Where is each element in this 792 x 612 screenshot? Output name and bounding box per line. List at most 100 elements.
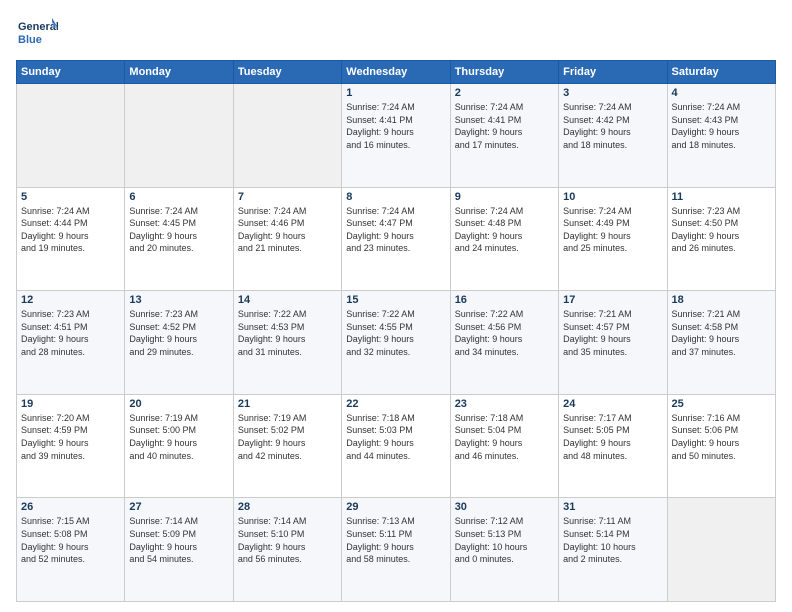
- calendar-week-1: 1 Sunrise: 7:24 AM Sunset: 4:41 PM Daylig…: [17, 84, 776, 188]
- calendar-cell: [125, 84, 233, 188]
- day-info: Sunrise: 7:22 AM Sunset: 4:55 PM Dayligh…: [346, 308, 445, 358]
- calendar-header-row: SundayMondayTuesdayWednesdayThursdayFrid…: [17, 61, 776, 84]
- day-info: Sunrise: 7:21 AM Sunset: 4:57 PM Dayligh…: [563, 308, 662, 358]
- day-number: 17: [563, 294, 662, 306]
- day-info: Sunrise: 7:23 AM Sunset: 4:52 PM Dayligh…: [129, 308, 228, 358]
- calendar-cell: 26Sunrise: 7:15 AM Sunset: 5:08 PM Dayli…: [17, 498, 125, 602]
- day-number: 3: [563, 87, 662, 99]
- calendar-cell: 15Sunrise: 7:22 AM Sunset: 4:55 PM Dayli…: [342, 291, 450, 395]
- calendar-cell: 21 Sunrise: 7:19 AM Sunset: 5:02 PM Dayli…: [233, 394, 341, 498]
- calendar-header-wednesday: Wednesday: [342, 61, 450, 84]
- day-info: Sunrise: 7:24 AM Sunset: 4:41 PM Dayligh…: [346, 101, 445, 151]
- calendar-cell: 24 Sunrise: 7:17 AM Sunset: 5:05 PM Dayli…: [559, 394, 667, 498]
- day-number: 19: [21, 398, 120, 410]
- header: General Blue: [16, 16, 776, 52]
- calendar-cell: 12 Sunrise: 7:23 AM Sunset: 4:51 PM Dayli…: [17, 291, 125, 395]
- calendar-cell: 19Sunrise: 7:20 AM Sunset: 4:59 PM Dayli…: [17, 394, 125, 498]
- calendar-cell: 1 Sunrise: 7:24 AM Sunset: 4:41 PM Daylig…: [342, 84, 450, 188]
- day-info: Sunrise: 7:14 AM Sunset: 5:09 PM Dayligh…: [129, 515, 228, 565]
- calendar-cell: 2 Sunrise: 7:24 AM Sunset: 4:41 PM Daylig…: [450, 84, 558, 188]
- calendar-week-3: 12 Sunrise: 7:23 AM Sunset: 4:51 PM Dayli…: [17, 291, 776, 395]
- calendar-header-friday: Friday: [559, 61, 667, 84]
- day-info: Sunrise: 7:24 AM Sunset: 4:45 PM Dayligh…: [129, 205, 228, 255]
- calendar-cell: [233, 84, 341, 188]
- day-info: Sunrise: 7:19 AM Sunset: 5:00 PM Dayligh…: [129, 412, 228, 462]
- calendar-cell: 16 Sunrise: 7:22 AM Sunset: 4:56 PM Dayli…: [450, 291, 558, 395]
- calendar-cell: [667, 498, 775, 602]
- day-number: 8: [346, 191, 445, 203]
- calendar-table: SundayMondayTuesdayWednesdayThursdayFrid…: [16, 60, 776, 602]
- day-number: 9: [455, 191, 554, 203]
- day-number: 2: [455, 87, 554, 99]
- day-info: Sunrise: 7:24 AM Sunset: 4:49 PM Dayligh…: [563, 205, 662, 255]
- calendar-cell: 20 Sunrise: 7:19 AM Sunset: 5:00 PM Dayli…: [125, 394, 233, 498]
- calendar-header-sunday: Sunday: [17, 61, 125, 84]
- calendar-cell: 27 Sunrise: 7:14 AM Sunset: 5:09 PM Dayli…: [125, 498, 233, 602]
- logo-svg: General Blue: [16, 16, 58, 52]
- day-info: Sunrise: 7:24 AM Sunset: 4:48 PM Dayligh…: [455, 205, 554, 255]
- calendar-cell: 3 Sunrise: 7:24 AM Sunset: 4:42 PM Daylig…: [559, 84, 667, 188]
- calendar-cell: 11Sunrise: 7:23 AM Sunset: 4:50 PM Dayli…: [667, 187, 775, 291]
- day-number: 12: [21, 294, 120, 306]
- day-number: 11: [672, 191, 771, 203]
- calendar-header-tuesday: Tuesday: [233, 61, 341, 84]
- day-number: 24: [563, 398, 662, 410]
- day-number: 16: [455, 294, 554, 306]
- calendar-cell: 31 Sunrise: 7:11 AM Sunset: 5:14 PM Dayli…: [559, 498, 667, 602]
- calendar-cell: 13 Sunrise: 7:23 AM Sunset: 4:52 PM Dayli…: [125, 291, 233, 395]
- day-number: 13: [129, 294, 228, 306]
- day-info: Sunrise: 7:22 AM Sunset: 4:56 PM Dayligh…: [455, 308, 554, 358]
- day-number: 18: [672, 294, 771, 306]
- svg-text:General: General: [18, 21, 58, 33]
- day-info: Sunrise: 7:24 AM Sunset: 4:44 PM Dayligh…: [21, 205, 120, 255]
- day-info: Sunrise: 7:13 AM Sunset: 5:11 PM Dayligh…: [346, 515, 445, 565]
- day-info: Sunrise: 7:23 AM Sunset: 4:51 PM Dayligh…: [21, 308, 120, 358]
- calendar-cell: 28Sunrise: 7:14 AM Sunset: 5:10 PM Dayli…: [233, 498, 341, 602]
- day-info: Sunrise: 7:18 AM Sunset: 5:03 PM Dayligh…: [346, 412, 445, 462]
- day-info: Sunrise: 7:14 AM Sunset: 5:10 PM Dayligh…: [238, 515, 337, 565]
- day-info: Sunrise: 7:17 AM Sunset: 5:05 PM Dayligh…: [563, 412, 662, 462]
- day-number: 1: [346, 87, 445, 99]
- day-number: 10: [563, 191, 662, 203]
- calendar-week-5: 26Sunrise: 7:15 AM Sunset: 5:08 PM Dayli…: [17, 498, 776, 602]
- day-number: 4: [672, 87, 771, 99]
- calendar-cell: 23 Sunrise: 7:18 AM Sunset: 5:04 PM Dayli…: [450, 394, 558, 498]
- calendar-cell: [17, 84, 125, 188]
- day-info: Sunrise: 7:24 AM Sunset: 4:43 PM Dayligh…: [672, 101, 771, 151]
- calendar-cell: 29Sunrise: 7:13 AM Sunset: 5:11 PM Dayli…: [342, 498, 450, 602]
- calendar-header-saturday: Saturday: [667, 61, 775, 84]
- day-number: 31: [563, 501, 662, 513]
- day-number: 23: [455, 398, 554, 410]
- day-number: 20: [129, 398, 228, 410]
- day-number: 5: [21, 191, 120, 203]
- calendar-header-monday: Monday: [125, 61, 233, 84]
- day-info: Sunrise: 7:16 AM Sunset: 5:06 PM Dayligh…: [672, 412, 771, 462]
- day-info: Sunrise: 7:12 AM Sunset: 5:13 PM Dayligh…: [455, 515, 554, 565]
- day-info: Sunrise: 7:24 AM Sunset: 4:46 PM Dayligh…: [238, 205, 337, 255]
- day-number: 21: [238, 398, 337, 410]
- svg-text:Blue: Blue: [18, 34, 42, 46]
- day-number: 14: [238, 294, 337, 306]
- calendar-header-thursday: Thursday: [450, 61, 558, 84]
- calendar-cell: 17 Sunrise: 7:21 AM Sunset: 4:57 PM Dayli…: [559, 291, 667, 395]
- calendar-week-4: 19Sunrise: 7:20 AM Sunset: 4:59 PM Dayli…: [17, 394, 776, 498]
- day-info: Sunrise: 7:19 AM Sunset: 5:02 PM Dayligh…: [238, 412, 337, 462]
- calendar-cell: 14Sunrise: 7:22 AM Sunset: 4:53 PM Dayli…: [233, 291, 341, 395]
- calendar-cell: 9 Sunrise: 7:24 AM Sunset: 4:48 PM Daylig…: [450, 187, 558, 291]
- calendar-week-2: 5 Sunrise: 7:24 AM Sunset: 4:44 PM Daylig…: [17, 187, 776, 291]
- calendar-cell: 4 Sunrise: 7:24 AM Sunset: 4:43 PM Daylig…: [667, 84, 775, 188]
- calendar-cell: 22 Sunrise: 7:18 AM Sunset: 5:03 PM Dayli…: [342, 394, 450, 498]
- day-info: Sunrise: 7:11 AM Sunset: 5:14 PM Dayligh…: [563, 515, 662, 565]
- day-info: Sunrise: 7:24 AM Sunset: 4:41 PM Dayligh…: [455, 101, 554, 151]
- day-number: 26: [21, 501, 120, 513]
- day-info: Sunrise: 7:18 AM Sunset: 5:04 PM Dayligh…: [455, 412, 554, 462]
- calendar-cell: 30 Sunrise: 7:12 AM Sunset: 5:13 PM Dayli…: [450, 498, 558, 602]
- calendar-cell: 18Sunrise: 7:21 AM Sunset: 4:58 PM Dayli…: [667, 291, 775, 395]
- day-number: 27: [129, 501, 228, 513]
- calendar-cell: 10 Sunrise: 7:24 AM Sunset: 4:49 PM Dayli…: [559, 187, 667, 291]
- day-number: 30: [455, 501, 554, 513]
- page: General Blue SundayMondayTuesdayWednesda…: [0, 0, 792, 612]
- day-info: Sunrise: 7:24 AM Sunset: 4:42 PM Dayligh…: [563, 101, 662, 151]
- day-number: 22: [346, 398, 445, 410]
- day-number: 6: [129, 191, 228, 203]
